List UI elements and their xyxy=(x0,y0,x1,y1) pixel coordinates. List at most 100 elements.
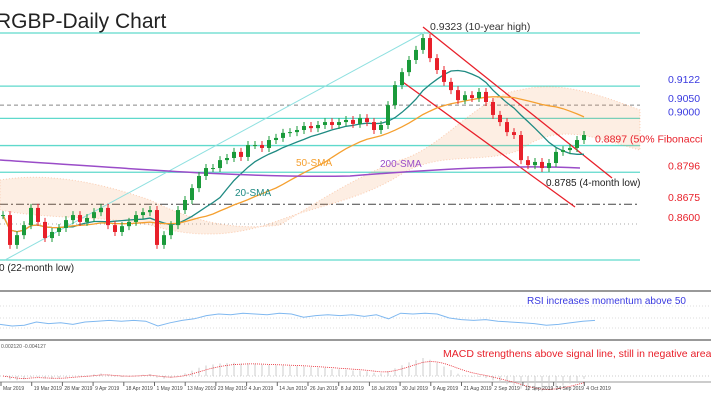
macd-label: MACD strengthens above signal line, stil… xyxy=(443,348,711,360)
candle-body xyxy=(400,72,404,86)
time-tick-label: 1 May 2019 xyxy=(157,386,183,392)
candle-body xyxy=(393,85,397,106)
time-tick-label: 18 Jul 2019 xyxy=(371,386,397,392)
candle-body xyxy=(204,168,208,176)
candle-body xyxy=(344,119,348,123)
rsi-label: RSI increases momentum above 50 xyxy=(527,296,686,307)
time-tick-label: 13 May 2019 xyxy=(187,386,216,392)
candle-body xyxy=(561,150,565,152)
candle-body xyxy=(267,140,271,148)
rsi-line xyxy=(0,312,596,327)
time-tick-label: 30 Jul 2019 xyxy=(402,386,428,392)
candle-body xyxy=(323,122,327,125)
candle-body xyxy=(162,235,166,245)
label-50-sma: 50-SMA xyxy=(296,158,332,169)
candle-body xyxy=(260,145,264,148)
candle-body xyxy=(575,140,579,148)
candle-body xyxy=(540,161,544,169)
level-label: 0.9050 xyxy=(668,93,700,105)
candle-body xyxy=(379,124,383,130)
candle-body xyxy=(183,200,187,211)
candle-body xyxy=(36,207,40,222)
candle-body xyxy=(330,122,334,125)
candle-body xyxy=(295,129,299,133)
annotation-22-month-low: 0 (22-month low) xyxy=(0,263,74,274)
candle-body xyxy=(43,221,47,239)
candle-body xyxy=(190,188,194,201)
candle-body xyxy=(253,145,257,147)
candle-body xyxy=(148,210,152,213)
candle-body xyxy=(71,215,75,221)
time-tick-label: 28 Mar 2019 xyxy=(64,386,92,392)
candle-body xyxy=(197,175,201,189)
candle-body xyxy=(176,210,180,226)
level-label: 0.8897 (50% Fibonacci xyxy=(595,134,702,146)
candle-body xyxy=(29,207,33,226)
chart-title: RGBP-Daily Chart xyxy=(0,10,167,33)
candle-body xyxy=(274,137,278,141)
candle-body xyxy=(120,226,124,232)
candle-body xyxy=(582,135,586,141)
time-tick-label: 19 Mar 2019 xyxy=(34,386,62,392)
time-tick-label: 14 Jun 2019 xyxy=(279,386,307,392)
candle-body xyxy=(554,151,558,164)
candle-body xyxy=(64,220,68,229)
candle-body xyxy=(57,228,61,232)
candle-body xyxy=(442,70,446,82)
candle-body xyxy=(316,124,320,129)
candle-body xyxy=(309,126,313,129)
time-tick-label: 18 Apr 2019 xyxy=(126,386,153,392)
candle-body xyxy=(365,118,369,123)
chart: 0.9323 (10-year high) 0.9122 0.90500.9000 0… xyxy=(0,10,711,392)
candle-body xyxy=(526,160,530,166)
macd-header: 0.002120 -0.004127 xyxy=(1,344,46,350)
candle-body xyxy=(1,215,5,217)
time-tick-label: 12 Sep 2019 xyxy=(525,386,554,392)
time-tick-label: 8 Jul 2019 xyxy=(341,386,364,392)
candle-body xyxy=(519,135,523,161)
candle-body xyxy=(302,126,306,130)
candle-body xyxy=(407,59,411,73)
time-tick-label: 2 Sep 2019 xyxy=(494,386,520,392)
candle-body xyxy=(15,235,19,245)
candle-body xyxy=(246,145,250,157)
candle-body xyxy=(421,38,425,50)
candle-body xyxy=(113,225,117,232)
candle-body xyxy=(533,161,537,166)
time-tick-label: 23 May 2019 xyxy=(218,386,247,392)
candle-body xyxy=(141,212,145,216)
candle-body xyxy=(281,132,285,138)
candle-body xyxy=(547,163,551,169)
sma200-line xyxy=(0,159,581,178)
candle-body xyxy=(491,101,495,115)
time-axis: Mar 2019 19 Mar 2019 28 Mar 2019 9 Apr 2019… xyxy=(0,382,611,392)
time-tick-label: 4 Jun 2019 xyxy=(249,386,274,392)
candle-body xyxy=(470,95,474,99)
candle-body xyxy=(92,212,96,218)
time-tick-label: 24 Sep 2019 xyxy=(556,386,585,392)
rsi-panel xyxy=(0,305,711,329)
candle-body xyxy=(386,105,390,125)
candle-body xyxy=(568,147,572,151)
candle-body xyxy=(218,160,222,169)
level-label: 0.9122 xyxy=(668,74,700,86)
time-tick-label: 9 Aug 2019 xyxy=(433,386,459,392)
candle-body xyxy=(50,231,54,239)
candle-body xyxy=(358,118,362,124)
time-tick-label: 21 Aug 2019 xyxy=(464,386,492,392)
level-label: 0.9323 (10-year high) xyxy=(430,21,530,33)
candle-body xyxy=(414,49,418,60)
candle-body xyxy=(288,132,292,134)
time-tick-label: 4 Oct 2019 xyxy=(586,386,611,392)
candle-body xyxy=(22,225,26,236)
candle-body xyxy=(456,90,460,101)
candle-body xyxy=(155,210,159,245)
candle-body xyxy=(78,215,82,222)
candle-body xyxy=(337,122,341,125)
candle-body xyxy=(211,168,215,170)
candle-body xyxy=(134,215,138,222)
label-20-sma: 20-SMA xyxy=(235,188,271,199)
level-label: 0.8600 xyxy=(668,212,700,224)
time-tick-label: 9 Apr 2019 xyxy=(95,386,119,392)
candle-body xyxy=(169,225,173,236)
